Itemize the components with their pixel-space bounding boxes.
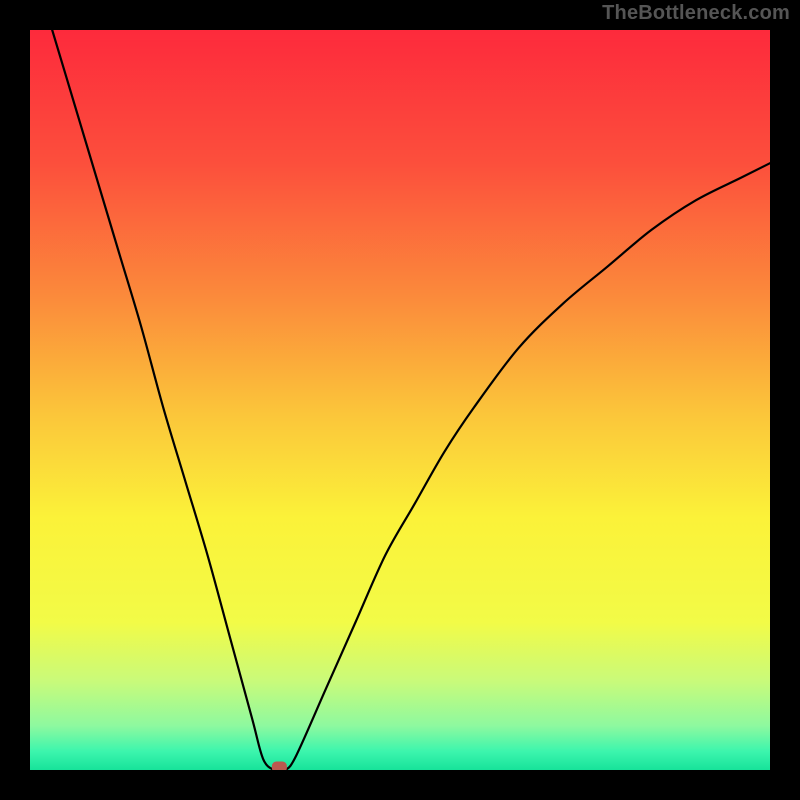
min-marker-icon xyxy=(272,762,286,770)
plot-area xyxy=(30,30,770,770)
gradient-background xyxy=(30,30,770,770)
chart-svg xyxy=(30,30,770,770)
watermark-text: TheBottleneck.com xyxy=(602,2,790,25)
chart-frame: TheBottleneck.com xyxy=(0,0,800,800)
